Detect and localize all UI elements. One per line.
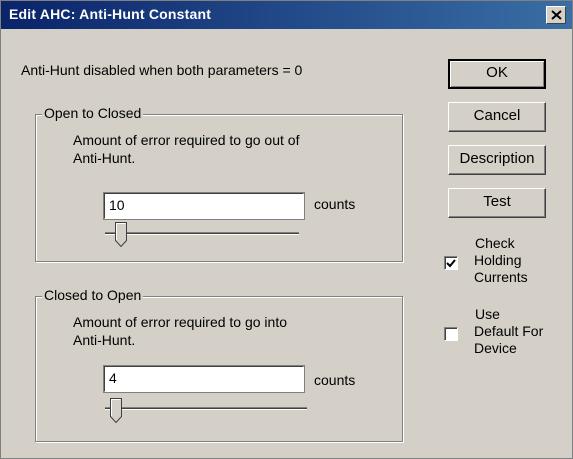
open-to-closed-desc-line2: Anti-Hunt.: [73, 150, 136, 166]
use-default-for-device-label[interactable]: Use Default For Device: [474, 306, 544, 357]
closed-to-open-legend: Closed to Open: [42, 287, 144, 303]
dialog-window: Edit AHC: Anti-Hunt Constant Anti-Hunt d…: [0, 0, 573, 459]
description-button[interactable]: Description: [448, 145, 546, 175]
closed-to-open-value: 4: [109, 370, 117, 386]
check-holding-line3: Currents: [474, 269, 528, 285]
open-to-closed-slider-thumb[interactable]: [115, 222, 127, 247]
open-to-closed-value: 10: [109, 197, 125, 213]
closed-to-open-input[interactable]: 4: [103, 365, 305, 393]
use-default-line2: Default For: [474, 323, 544, 339]
title-bar[interactable]: Edit AHC: Anti-Hunt Constant: [1, 1, 572, 29]
closed-to-open-slider-track[interactable]: [105, 407, 307, 410]
closed-to-open-unit: counts: [314, 372, 356, 388]
window-title: Edit AHC: Anti-Hunt Constant: [9, 6, 212, 22]
cancel-button[interactable]: Cancel: [448, 102, 546, 132]
close-icon: [551, 10, 562, 20]
close-button[interactable]: [546, 6, 566, 24]
info-text: Anti-Hunt disabled when both parameters …: [21, 62, 303, 78]
open-to-closed-slider-track[interactable]: [105, 232, 299, 235]
open-to-closed-desc-line1: Amount of error required to go out of: [73, 132, 300, 148]
open-to-closed-input[interactable]: 10: [103, 192, 305, 220]
use-default-line1: Use: [475, 306, 500, 322]
checkmark-icon: [446, 259, 456, 268]
open-to-closed-unit: counts: [314, 196, 356, 212]
open-to-closed-legend: Open to Closed: [42, 105, 144, 121]
check-holding-line1: Check: [475, 235, 515, 251]
closed-to-open-desc-line2: Anti-Hunt.: [73, 332, 136, 348]
test-button[interactable]: Test: [448, 188, 546, 218]
check-holding-currents-label[interactable]: Check Holding Currents: [474, 235, 528, 286]
use-default-for-device-checkbox[interactable]: [444, 327, 458, 341]
ok-button[interactable]: OK: [448, 59, 546, 89]
closed-to-open-slider-thumb[interactable]: [110, 398, 122, 423]
closed-to-open-desc-line1: Amount of error required to go into: [73, 314, 288, 330]
check-holding-currents-checkbox[interactable]: [444, 256, 458, 270]
check-holding-line2: Holding: [474, 252, 522, 268]
use-default-line3: Device: [474, 340, 517, 356]
